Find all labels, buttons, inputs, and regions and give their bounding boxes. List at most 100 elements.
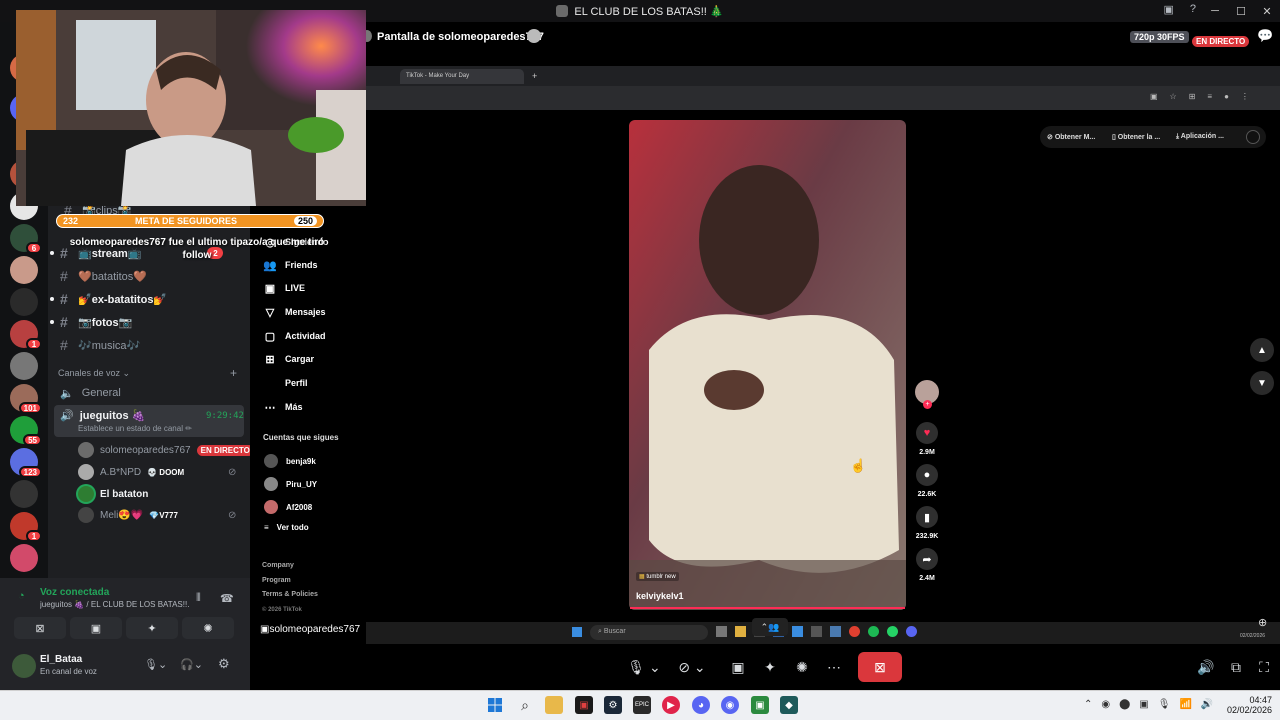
server-icon-15[interactable] <box>10 544 38 572</box>
server-icon-11[interactable]: 55 <box>10 416 42 446</box>
user-avatar[interactable] <box>12 654 36 678</box>
browser-tab[interactable]: TikTok - Make Your Day <box>400 69 524 84</box>
username[interactable]: El_Bataa <box>40 654 82 665</box>
video-tag[interactable]: ▦ tumblr new <box>636 572 679 581</box>
footer-link[interactable]: Terms & Policies <box>262 588 318 603</box>
footer-link[interactable]: Company <box>262 559 318 574</box>
following-account[interactable]: Af2008 <box>264 500 312 514</box>
voice-user-row[interactable]: Meli😍💗 💎V777 ⊘ <box>78 507 236 523</box>
screen-share-control[interactable]: ▣ <box>726 652 750 682</box>
server-icon-9[interactable] <box>10 352 38 380</box>
add-channel-icon[interactable]: + <box>230 366 237 380</box>
search-taskbar-icon[interactable]: ⌕ <box>516 696 534 714</box>
file-explorer-icon[interactable] <box>545 696 563 714</box>
settings-gear-icon[interactable]: ⚙ <box>218 656 230 672</box>
server-icon-7[interactable] <box>10 288 38 316</box>
zoom-icon[interactable]: ⊕ <box>1258 616 1267 629</box>
channel-batatitos[interactable]: # 🤎batatitos🤎 <box>60 268 147 284</box>
save-button[interactable]: ▮ <box>916 506 938 528</box>
comment-button[interactable]: ● <box>916 464 938 486</box>
media-player-icon[interactable]: ▶ <box>662 696 680 714</box>
browser-addressbar[interactable] <box>366 86 1280 110</box>
camera-toggle-button[interactable]: ⊘ ⌄ <box>670 652 714 682</box>
voice-location[interactable]: jueguitos 🍇 / EL CLUB DE LOS BATAS!!... <box>40 600 190 609</box>
server-icon-12[interactable]: 123 <box>10 448 42 478</box>
channel-status[interactable]: Establece un estado de canal ✏ <box>78 424 192 433</box>
extension-chip-2[interactable]: ▯ Obtener la ... <box>1112 133 1160 141</box>
activities-control[interactable]: ✦ <box>758 652 782 682</box>
more-options-button[interactable]: ⋯ <box>822 652 846 682</box>
video-author[interactable]: kelviykelv1 <box>636 591 684 601</box>
following-account[interactable]: benja9k <box>264 454 316 468</box>
expand-participants-button[interactable]: ⌃ 👥 <box>752 618 788 636</box>
app-taskbar-icon[interactable]: ◆ <box>780 696 798 714</box>
microphone-icon[interactable]: 🎙⌄ <box>144 658 167 671</box>
server-icon-10[interactable]: 101 <box>10 384 42 414</box>
server-icon-5[interactable]: 6 <box>10 224 42 254</box>
close-button[interactable]: ✕ <box>1254 0 1280 22</box>
extension-chip-3[interactable]: ⤓ Aplicación ... <box>1176 133 1224 141</box>
tiktok-nav-messages[interactable]: ▽ Mensajes <box>263 305 326 319</box>
disconnect-icon[interactable]: ☎ <box>220 592 234 605</box>
discord-taskbar-icon[interactable]: ◕ <box>692 696 710 714</box>
voice-user-row[interactable]: A.B*NPD 💀 DOOM ⊘ <box>78 464 236 480</box>
share-button[interactable]: ➦ <box>916 548 938 570</box>
voice-status[interactable]: Voz conectada <box>40 587 109 598</box>
profile-icon[interactable] <box>1246 130 1260 144</box>
inbox-icon[interactable]: ▣ <box>1163 3 1173 16</box>
camera-button[interactable]: ⊠ <box>14 617 66 639</box>
steam-taskbar-icon[interactable]: ⚙ <box>604 696 622 714</box>
scroll-down-button[interactable]: ▼ <box>1250 371 1274 395</box>
follow-plus-icon[interactable]: + <box>923 400 932 409</box>
server-icon-8[interactable]: 1 <box>10 320 42 350</box>
chat-bubble-icon[interactable]: 💬 <box>1257 28 1273 44</box>
browser-toolbar-icons[interactable]: ▣☆⊞≡●⋮ <box>1150 92 1261 101</box>
voice-channel-general[interactable]: 🔈 General <box>60 387 121 400</box>
maximize-button[interactable]: ☐ <box>1228 0 1254 22</box>
headphones-icon[interactable]: 🎧⌄ <box>180 658 203 671</box>
soundboard-button[interactable]: ✺ <box>182 617 234 639</box>
signal-icon[interactable]: ◔ <box>18 590 25 602</box>
extension-chip-1[interactable]: ⊘ Obtener M... <box>1047 133 1095 141</box>
channel-musica[interactable]: # 🎶musica🎶 <box>60 337 140 353</box>
system-tray-icons[interactable]: ⌃◉⬤▣🎙📶🔊 <box>1084 699 1222 710</box>
tiktok-nav-upload[interactable]: ⊞ Cargar <box>263 352 314 366</box>
tiktok-nav-profile[interactable]: Perfil <box>263 376 308 390</box>
minimize-button[interactable]: ─ <box>1202 0 1228 22</box>
windows-start-button[interactable] <box>486 696 504 714</box>
soundboard-control[interactable]: ✺ <box>790 652 814 682</box>
activities-button[interactable]: ✦ <box>126 617 178 639</box>
server-icon-13[interactable] <box>10 480 38 508</box>
volume-button[interactable]: 🔊 <box>1196 652 1216 682</box>
mute-button[interactable]: 🎙 ⌄ <box>622 652 666 682</box>
tiktok-video[interactable] <box>629 120 906 610</box>
voice-user-row[interactable]: El bataton <box>78 486 148 502</box>
scroll-up-button[interactable]: ▲ <box>1250 338 1274 362</box>
tiktok-nav-live[interactable]: ▣ LIVE <box>263 281 305 295</box>
tiktok-nav-activity[interactable]: ▢ Actividad <box>263 329 326 343</box>
following-account[interactable]: Piru_UY <box>264 477 317 491</box>
help-icon[interactable]: ? <box>1190 3 1196 16</box>
see-all-link[interactable]: ≡ Ver todo <box>264 523 309 532</box>
noise-suppression-icon[interactable]: ⦀ <box>196 592 201 605</box>
tiktok-nav-more[interactable]: ⋯ Más <box>263 400 303 414</box>
voice-user-row[interactable]: solomeoparedes767 EN DIRECTO <box>78 442 254 458</box>
video-progress[interactable] <box>630 607 905 609</box>
channel-ex-batatitos[interactable]: # 💅ex-batatitos💅 <box>50 291 167 307</box>
screen-share-button[interactable]: ▣ <box>70 617 122 639</box>
disconnect-button[interactable]: ⊠ <box>858 652 902 682</box>
taskbar-clock[interactable]: 04:47 02/02/2026 <box>1224 695 1272 715</box>
epic-games-icon[interactable]: EPIC <box>633 696 651 714</box>
popout-button[interactable]: ⧉ <box>1226 652 1246 682</box>
like-button[interactable]: ♥ <box>916 422 938 444</box>
voice-category[interactable]: Canales de voz ⌄ <box>58 368 130 379</box>
server-icon-6[interactable] <box>10 256 38 284</box>
channel-fotos[interactable]: # 📷fotos📷 <box>50 314 132 330</box>
new-tab-icon[interactable]: + <box>532 71 537 81</box>
app-taskbar-icon[interactable]: ▣ <box>575 696 593 714</box>
app-taskbar-icon[interactable]: ◉ <box>721 696 739 714</box>
server-icon-14[interactable]: 1 <box>10 512 42 542</box>
app-taskbar-icon[interactable]: ▣ <box>751 696 769 714</box>
fullscreen-button[interactable]: ⛶ <box>1254 652 1274 682</box>
footer-link[interactable]: Program <box>262 574 318 589</box>
